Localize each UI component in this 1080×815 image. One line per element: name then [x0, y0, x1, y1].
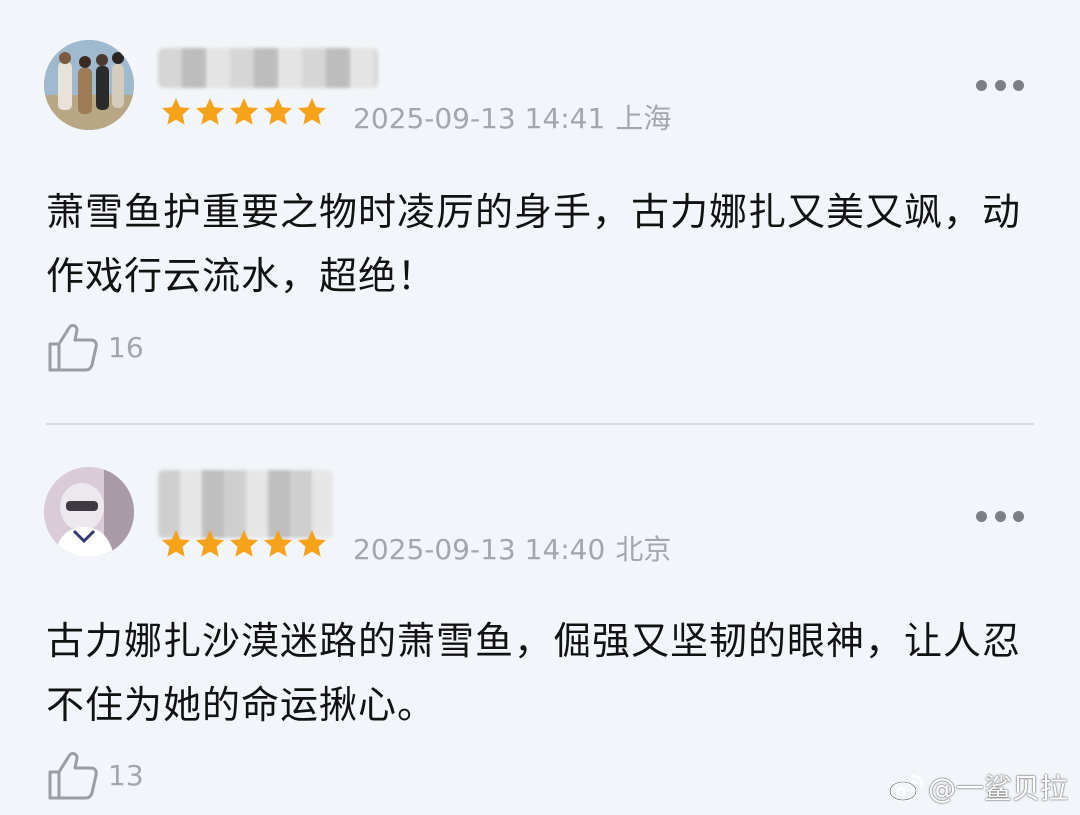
star-icon [264, 530, 292, 557]
comment-time: 2025-09-13 14:40 [353, 533, 606, 566]
avatar-photo [44, 40, 134, 130]
avatar-photo [44, 467, 134, 557]
comment-item: 2025-09-13 14:41 上海 萧雪鱼护重要之物时凌厉的身手，古力娜扎又美… [0, 0, 1080, 424]
comment-location: 上海 [615, 102, 672, 135]
more-icon[interactable] [976, 78, 1024, 92]
comment-time: 2025-09-13 14:41 [353, 102, 606, 135]
rating-stars [160, 96, 328, 128]
star-icon [196, 530, 224, 557]
watermark-text: @一鲨贝拉 [927, 772, 1068, 805]
star-icon [298, 530, 326, 557]
comment-meta: 2025-09-13 14:40 北京 [353, 528, 671, 568]
star-icon [162, 98, 190, 125]
more-icon[interactable] [976, 509, 1024, 523]
like-button[interactable]: 13 [46, 748, 144, 802]
watermark: @一鲨贝拉 [888, 767, 1068, 807]
like-count: 16 [108, 330, 144, 364]
star-icon [230, 98, 258, 125]
thumbs-up-icon [48, 324, 98, 372]
comment-text: 萧雪鱼护重要之物时凌厉的身手，古力娜扎又美又飒，动作戏行云流水，超绝！ [46, 190, 1022, 298]
comment-location: 北京 [615, 533, 672, 566]
star-icon [298, 98, 326, 125]
star-icon [264, 98, 292, 125]
thumbs-up-icon [48, 752, 98, 800]
comment-text: 古力娜扎沙漠迷路的萧雪鱼，倔强又坚韧的眼神，让人忍不住为她的命运揪心。 [46, 619, 1022, 727]
weibo-logo-icon [888, 774, 924, 802]
like-count: 13 [108, 758, 144, 792]
avatar[interactable] [44, 40, 134, 130]
like-button[interactable]: 16 [46, 320, 144, 374]
rating-stars [160, 528, 328, 560]
comment-item: 2025-09-13 14:40 北京 古力娜扎沙漠迷路的萧雪鱼，倔强又坚韧的眼神… [0, 425, 1080, 815]
star-icon [162, 530, 190, 557]
star-icon [230, 530, 258, 557]
comment-meta: 2025-09-13 14:41 上海 [353, 97, 671, 137]
username-blurred[interactable] [158, 48, 378, 88]
avatar[interactable] [44, 467, 134, 557]
star-icon [196, 98, 224, 125]
